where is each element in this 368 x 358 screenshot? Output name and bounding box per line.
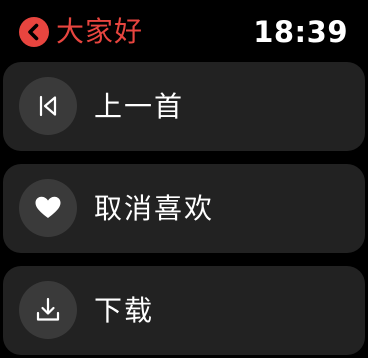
- download-icon: [19, 281, 77, 339]
- back-chevron-icon: [19, 17, 49, 47]
- previous-track-icon: [19, 77, 77, 135]
- clock-time: 18:39: [253, 15, 348, 49]
- back-button[interactable]: 大家好: [19, 16, 143, 48]
- previous-track-button[interactable]: 上一首: [3, 62, 365, 151]
- previous-track-label: 上一首: [94, 90, 185, 123]
- download-label: 下载: [94, 294, 155, 327]
- unlike-button[interactable]: 取消喜欢: [3, 164, 365, 253]
- back-title: 大家好: [56, 15, 144, 48]
- heart-icon: [19, 179, 77, 237]
- top-bar: 大家好 18:39: [0, 0, 368, 62]
- unlike-label: 取消喜欢: [94, 192, 215, 225]
- download-button[interactable]: 下载: [3, 266, 365, 355]
